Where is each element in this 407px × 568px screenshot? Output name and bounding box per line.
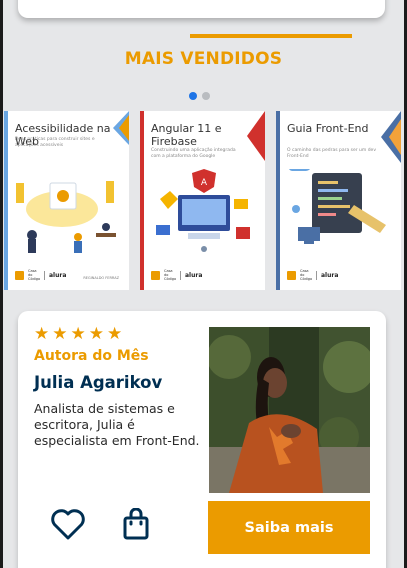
author-name: Julia Agarikov bbox=[34, 373, 163, 392]
star-icon: ★ bbox=[88, 324, 104, 344]
author-photo bbox=[209, 327, 370, 493]
book-title: Angular 11 e Firebase bbox=[151, 122, 222, 148]
carousel-dot-1[interactable] bbox=[189, 92, 197, 100]
book-subtitle: Construindo uma aplicação integrada com … bbox=[151, 148, 236, 159]
book-card-front-end[interactable]: Guia Front-End O caminho das pedras para… bbox=[276, 111, 401, 290]
author-label: Autora do Mês bbox=[34, 348, 149, 364]
star-icon: ★ bbox=[52, 324, 68, 344]
rating-stars: ★ ★ ★ ★ ★ bbox=[34, 324, 122, 344]
book-cover-illustration bbox=[288, 169, 386, 244]
svg-text:A: A bbox=[201, 178, 208, 188]
book-title: Guia Front-End bbox=[287, 122, 369, 135]
star-icon: ★ bbox=[34, 324, 50, 344]
book-card-acessibilidade[interactable]: Acessibilidade na Web Boas práticas para… bbox=[4, 111, 129, 290]
book-subtitle: O caminho das pedras para ser um dev Fro… bbox=[287, 148, 376, 159]
carousel-pagination bbox=[189, 92, 210, 100]
previous-card-button[interactable] bbox=[190, 34, 352, 38]
shopping-bag-icon[interactable] bbox=[121, 508, 151, 541]
book-spine-stripe bbox=[4, 111, 8, 290]
book-cover-illustration bbox=[16, 181, 116, 253]
book-corner-decoration bbox=[381, 111, 401, 163]
book-cover-illustration: A bbox=[156, 169, 250, 252]
window-frame-left bbox=[0, 0, 3, 568]
book-publisher-logo: Casa do Código alura bbox=[15, 269, 66, 281]
book-spine-stripe bbox=[140, 111, 144, 290]
book-subtitle: Boas práticas para construir sites e apl… bbox=[15, 137, 95, 148]
author-bio: Analista de sistemas e escritora, Julia … bbox=[34, 401, 200, 448]
previous-card bbox=[18, 0, 385, 18]
book-author: REGINALDO FERRAZ bbox=[83, 276, 119, 280]
book-spine-stripe bbox=[276, 111, 280, 290]
star-icon: ★ bbox=[107, 324, 123, 344]
star-icon: ★ bbox=[70, 324, 86, 344]
section-title: MAIS VENDIDOS bbox=[124, 49, 283, 69]
heart-icon[interactable] bbox=[50, 507, 86, 541]
book-publisher-logo: Casa do Código alura bbox=[151, 269, 202, 281]
learn-more-button[interactable]: Saiba mais bbox=[208, 501, 370, 554]
book-publisher-logo: Casa do Código alura bbox=[287, 269, 338, 281]
carousel-dot-2[interactable] bbox=[202, 92, 210, 100]
book-card-angular[interactable]: Angular 11 e Firebase Construindo uma ap… bbox=[140, 111, 265, 290]
